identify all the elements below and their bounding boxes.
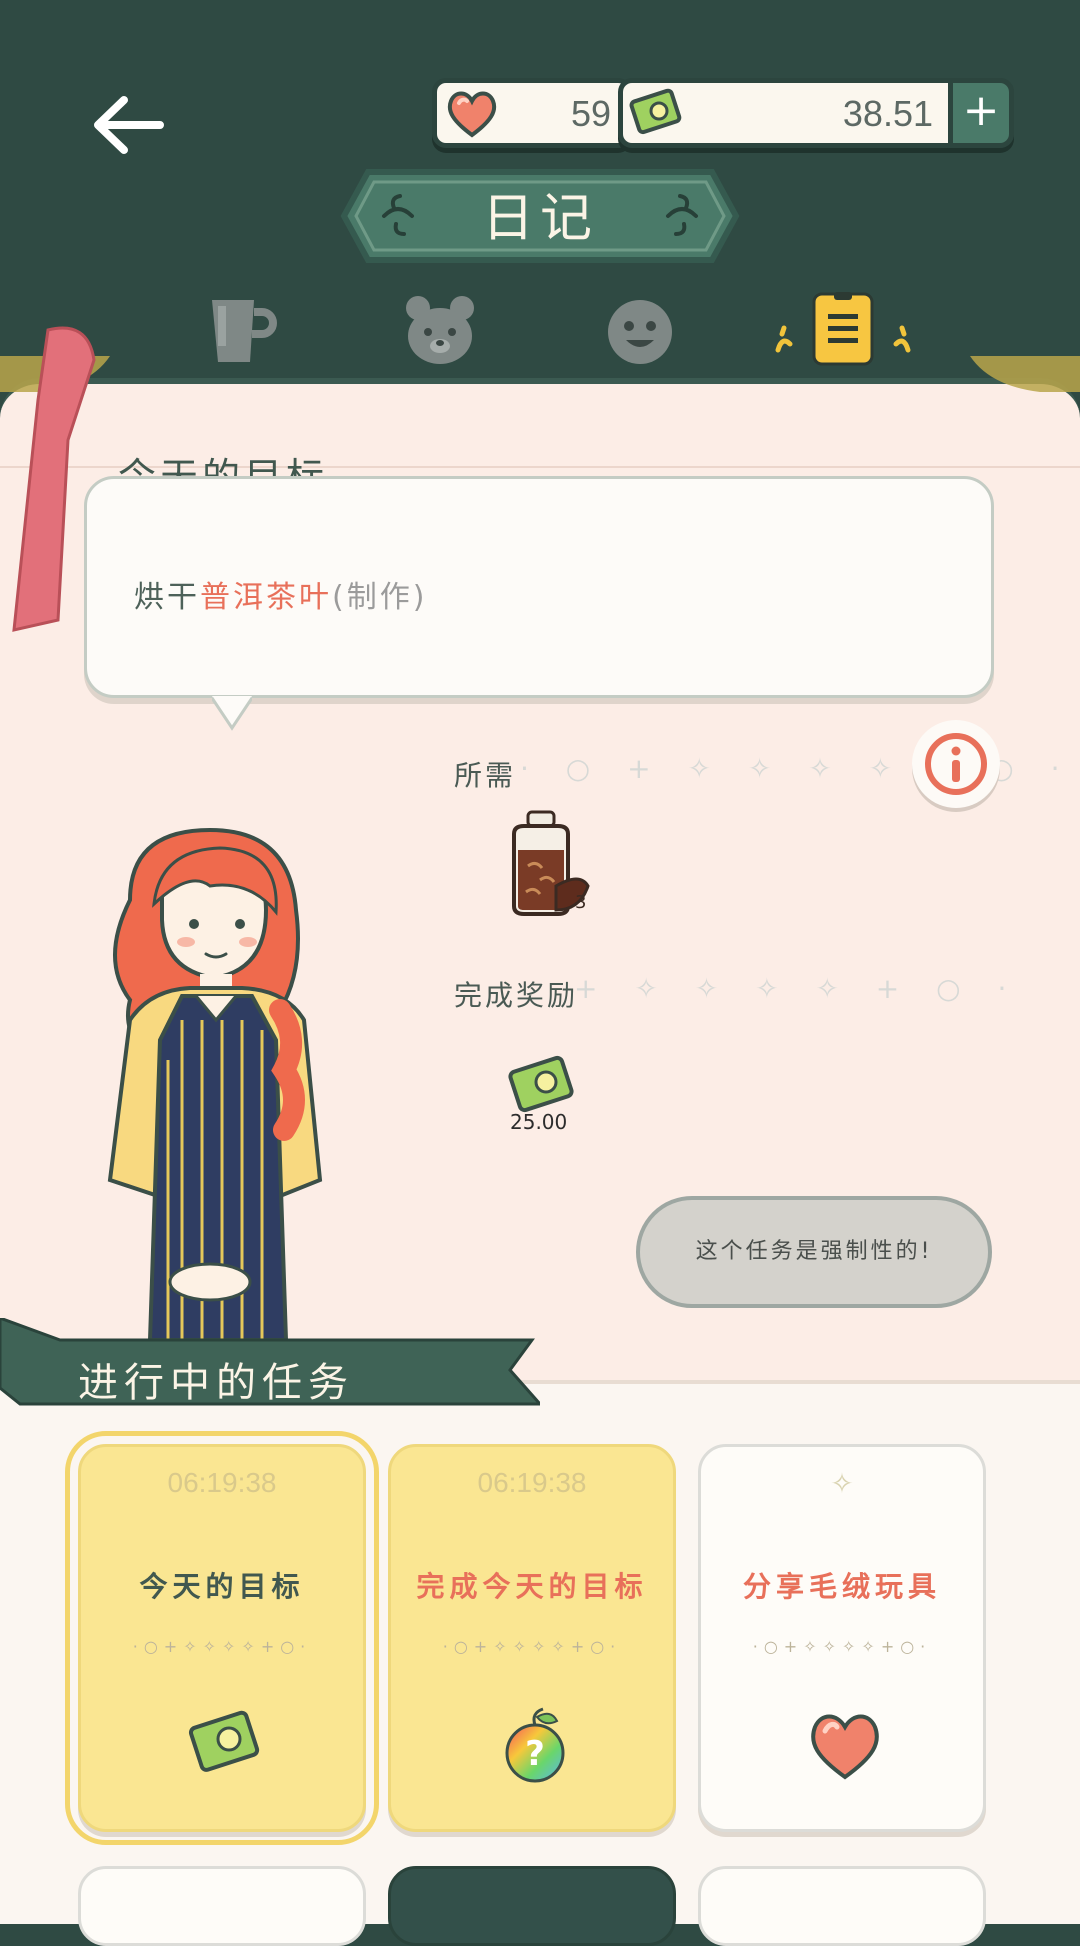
hearts-counter: 59 — [432, 78, 632, 148]
tasks-title: 进行中的任务 — [78, 1360, 354, 1406]
goal-description: 烘干普洱茶叶(制作) — [134, 572, 427, 616]
tab-bear-icon[interactable] — [400, 290, 480, 370]
task-timer: 06:19:38 — [477, 1467, 587, 1498]
mystery-fruit-icon: ? — [505, 1707, 565, 1783]
character-illustration — [107, 827, 323, 1340]
required-item-count: 3 — [575, 892, 587, 913]
svg-text:?: ? — [525, 1734, 545, 1774]
back-arrow-icon[interactable] — [88, 90, 168, 160]
requirements-label: 所需 — [454, 759, 517, 792]
task-title: 完成今天的目标 — [416, 1570, 648, 1603]
sparkle-divider: ·○+✧✧✧✧+○· — [132, 1637, 312, 1656]
bubble-tail — [212, 696, 252, 731]
tab-diary-icon[interactable] — [768, 290, 918, 370]
heart-icon — [811, 1714, 879, 1780]
task-card-complete-goal[interactable]: 06:19:38 完成今天的目标 ·○+✧✧✧✧+○· ? — [388, 1444, 676, 1832]
task-card-peek[interactable] — [388, 1866, 676, 1946]
goal-item: 普洱茶叶 — [200, 580, 332, 615]
task-title: 今天的目标 — [139, 1570, 305, 1603]
money-icon — [629, 88, 682, 135]
goal-prefix: 烘干 — [134, 580, 200, 615]
money-icon — [188, 1710, 260, 1772]
reward-label: 完成奖励 — [454, 979, 579, 1012]
add-money-button[interactable]: + — [948, 78, 1014, 148]
task-card-daily-goal[interactable]: 06:19:38 今天的目标 ·○+✧✧✧✧+○· — [65, 1431, 379, 1845]
goal-suffix: (制作) — [332, 580, 428, 615]
task-card-peek[interactable] — [698, 1866, 986, 1946]
sparkle-divider: + ✧ ✧ ✧ ✧ + ○ · — [574, 972, 1021, 1005]
mandatory-task-button[interactable]: 这个任务是强制性的! — [636, 1196, 992, 1308]
money-counter: 38.51 + — [618, 78, 1014, 148]
task-title: 分享毛绒玩具 — [742, 1570, 941, 1603]
sparkle-divider: ·○+✧✧✧✧+○· — [442, 1637, 622, 1656]
sparkle-divider: ·○+✧✧✧✧+○· — [752, 1637, 932, 1656]
task-card-peek[interactable] — [78, 1866, 366, 1946]
tab-cup-icon[interactable] — [198, 290, 278, 370]
corner-ornament-right — [970, 356, 1080, 392]
task-timer: 06:19:38 — [167, 1467, 277, 1498]
info-button[interactable] — [912, 720, 1000, 808]
sparkle-icon: ✧ — [830, 1468, 854, 1499]
money-value: 38.51 — [842, 93, 933, 134]
page-title: 日记 — [481, 189, 598, 249]
reward-amount: 25.00 — [510, 1110, 568, 1134]
task-card-share-plush[interactable]: ✧ 分享毛绒玩具 ·○+✧✧✧✧+○· — [698, 1444, 986, 1832]
heart-icon — [447, 91, 497, 138]
hearts-value: 59 — [570, 93, 611, 134]
tab-face-icon[interactable] — [600, 290, 680, 370]
